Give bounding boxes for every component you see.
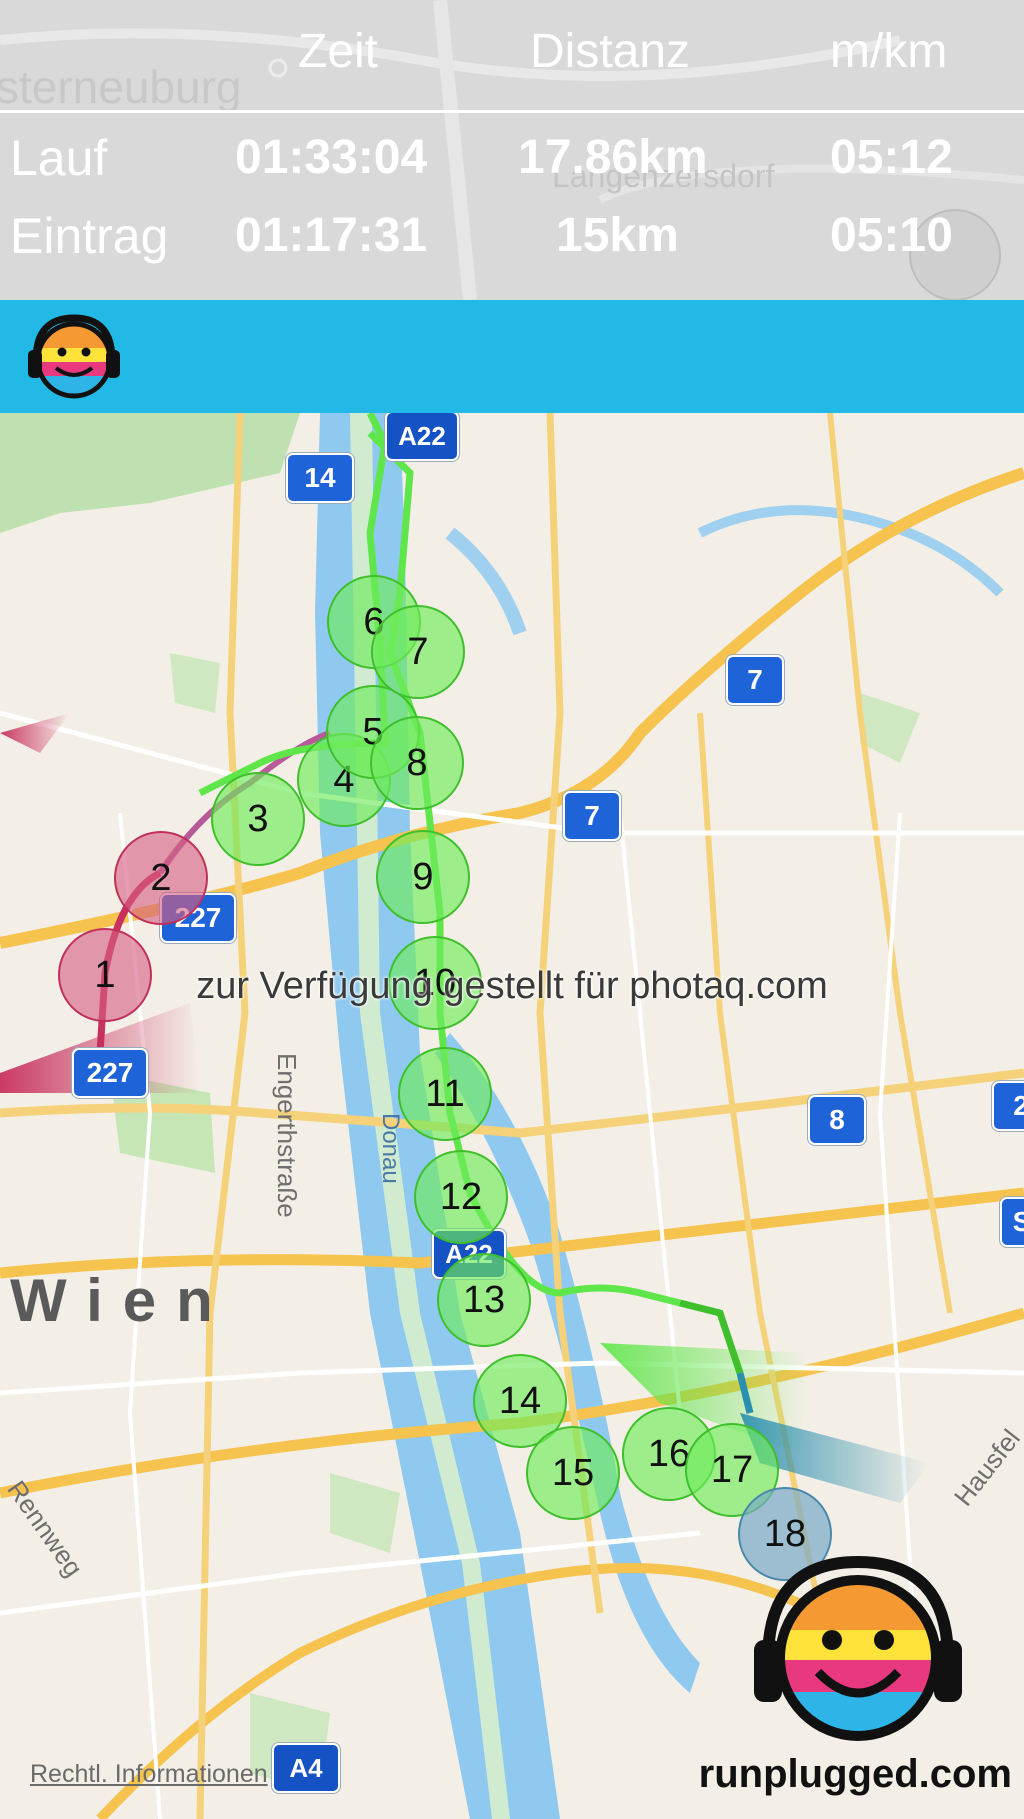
brand-label: runplugged.com <box>698 1752 1012 1796</box>
pace-value: 05:12 <box>830 131 953 184</box>
distance-header: Distanz <box>530 25 691 78</box>
pace-value: 05:10 <box>830 209 953 262</box>
row-label: Lauf <box>10 130 108 186</box>
headphone-smiley-icon[interactable] <box>24 310 124 404</box>
km-marker[interactable]: 11 <box>398 1047 492 1141</box>
distance-value: 17.86km <box>518 131 708 184</box>
km-marker[interactable]: 3 <box>211 772 305 866</box>
street-label-engerthstrasse: Engerthstraße <box>272 1053 302 1218</box>
city-label-wien: Wien <box>10 1267 233 1334</box>
row-label: Eintrag <box>10 208 169 264</box>
stats-divider <box>0 110 1024 113</box>
route-shield: 8 <box>808 1095 866 1145</box>
stats-row-run: Lauf 01:33:04 17.86km 05:12 <box>0 118 1024 198</box>
stats-panel: sterneuburg Langenzersdorf Zeit Distanz … <box>0 0 1024 300</box>
route-shield: S <box>1000 1197 1024 1247</box>
km-marker[interactable]: 8 <box>370 716 464 810</box>
distance-value: 15km <box>556 209 679 262</box>
km-marker[interactable]: 15 <box>526 1426 620 1520</box>
route-shield: 7 <box>726 655 784 705</box>
km-marker[interactable]: 9 <box>376 830 470 924</box>
km-marker[interactable]: 13 <box>437 1253 531 1347</box>
route-shield: 7 <box>563 791 621 841</box>
time-header: Zeit <box>298 25 379 78</box>
highway-shield: A4 <box>272 1743 340 1793</box>
time-value: 01:17:31 <box>235 209 428 262</box>
time-value: 01:33:04 <box>235 131 428 184</box>
river-label-donau: Donau <box>377 1113 404 1184</box>
header-bar <box>0 300 1024 413</box>
highway-shield: A22 <box>385 413 459 461</box>
km-marker[interactable]: 2 <box>114 831 208 925</box>
pace-header: m/km <box>830 25 948 78</box>
watermark: zur Verfügung gestellt für photaq.com <box>196 965 828 1007</box>
route-shield: 2 <box>992 1081 1024 1131</box>
km-marker[interactable]: 7 <box>371 605 465 699</box>
stats-row-entry: Eintrag 01:17:31 15km 05:10 <box>0 196 1024 276</box>
route-shield: 14 <box>286 453 354 503</box>
stats-header-row: Zeit Distanz m/km <box>0 12 1024 92</box>
route-shield: 227 <box>72 1048 148 1098</box>
headphone-smiley-icon <box>754 1555 962 1741</box>
legal-information-link[interactable]: Rechtl. Informationen <box>30 1760 268 1789</box>
km-marker[interactable]: 12 <box>414 1150 508 1244</box>
